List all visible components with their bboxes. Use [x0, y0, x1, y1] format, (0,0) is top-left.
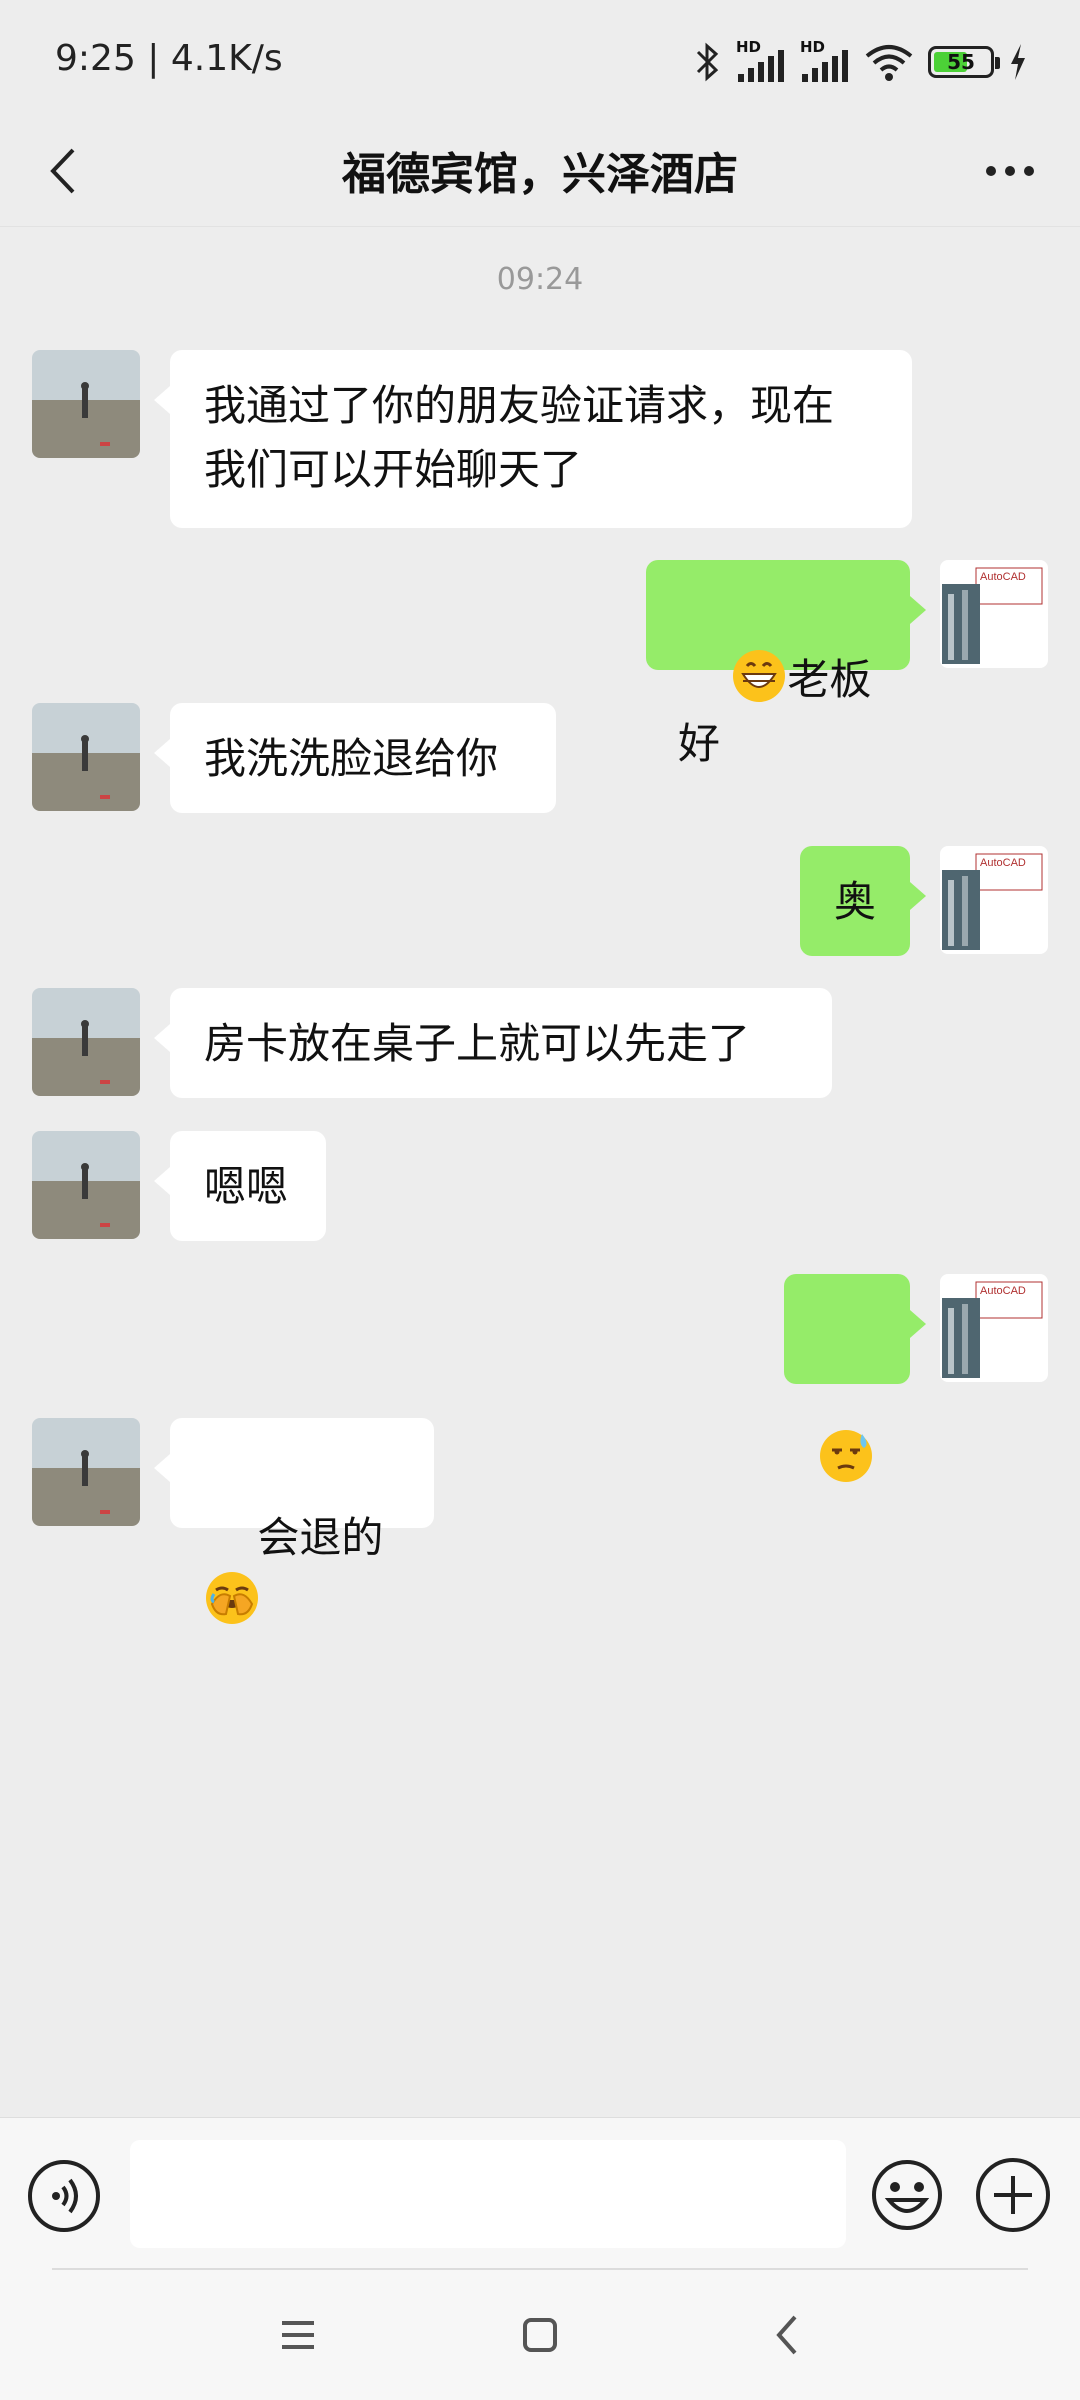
wifi-icon — [865, 45, 913, 81]
avatar-brand-text: AutoCAD — [980, 1285, 1026, 1297]
nav-back-button[interactable] — [758, 2305, 818, 2365]
battery-icon: 55 — [928, 46, 1000, 78]
face-palm-icon — [206, 1572, 258, 1624]
message-bubble[interactable]: 奥 — [800, 846, 926, 956]
plus-icon — [994, 2176, 1032, 2214]
message-text: 会退的 — [257, 1513, 384, 1562]
menu-icon — [282, 2321, 314, 2349]
nav-home-button[interactable] — [510, 2305, 570, 2365]
status-bar: 9:25 | 4.1K/s HD HD 55 — [0, 0, 1080, 118]
self-avatar[interactable]: AutoCAD — [940, 846, 1048, 954]
contact-avatar[interactable] — [32, 350, 140, 458]
self-avatar[interactable]: AutoCAD — [940, 560, 1048, 668]
contact-avatar[interactable] — [32, 988, 140, 1096]
bluetooth-icon — [696, 42, 719, 82]
nav-back-icon — [776, 2315, 797, 2355]
message-bubble[interactable]: 房卡放在桌子上就可以先走了 — [154, 988, 832, 1098]
avatar-brand-text: AutoCAD — [980, 571, 1026, 583]
plus-button[interactable] — [976, 2158, 1050, 2232]
battery-level: 55 — [947, 50, 975, 74]
message-bubble[interactable] — [784, 1274, 926, 1482]
voice-button[interactable] — [28, 2160, 100, 2232]
more-button[interactable] — [970, 136, 1050, 206]
voice-icon — [52, 2178, 78, 2214]
sweat-face-icon — [820, 1430, 872, 1482]
chat-header: 福德宾馆，兴泽酒店 — [0, 118, 1080, 227]
emoji-icon — [872, 2160, 942, 2230]
system-nav-bar — [0, 2270, 1080, 2400]
message-bubble[interactable]: 会退的 — [154, 1418, 434, 1624]
contact-avatar[interactable] — [32, 703, 140, 811]
message-bubble[interactable]: 嗯嗯 — [154, 1131, 326, 1241]
contact-avatar[interactable] — [32, 1131, 140, 1239]
input-bar — [0, 2117, 1080, 2270]
nav-menu-button[interactable] — [268, 2305, 328, 2365]
home-icon — [523, 2318, 557, 2352]
signal-icon-1: HD — [736, 38, 786, 84]
contact-avatar[interactable] — [32, 1418, 140, 1526]
message-bubble[interactable]: 我通过了你的朋友验证请求，现在 我们可以开始聊天了 — [154, 350, 912, 528]
message-bubble[interactable]: 我洗洗脸退给你 — [154, 703, 556, 813]
signal-icon-2: HD — [800, 38, 850, 84]
avatar-brand-text: AutoCAD — [980, 857, 1026, 869]
chat-title: 福德宾馆，兴泽酒店 — [342, 149, 738, 200]
message-input[interactable] — [130, 2140, 846, 2248]
message-bubble[interactable]: 老板好 — [646, 560, 926, 768]
charging-icon — [1011, 44, 1025, 80]
status-time: 9:25 | 4.1K/s — [55, 38, 283, 79]
more-icon — [986, 166, 996, 176]
emoji-button[interactable] — [870, 2158, 944, 2232]
message-timestamp: 09:24 — [496, 262, 584, 297]
self-avatar[interactable]: AutoCAD — [940, 1274, 1048, 1382]
grinning-face-icon — [733, 650, 786, 702]
status-icons: HD HD 55 — [694, 36, 1028, 88]
